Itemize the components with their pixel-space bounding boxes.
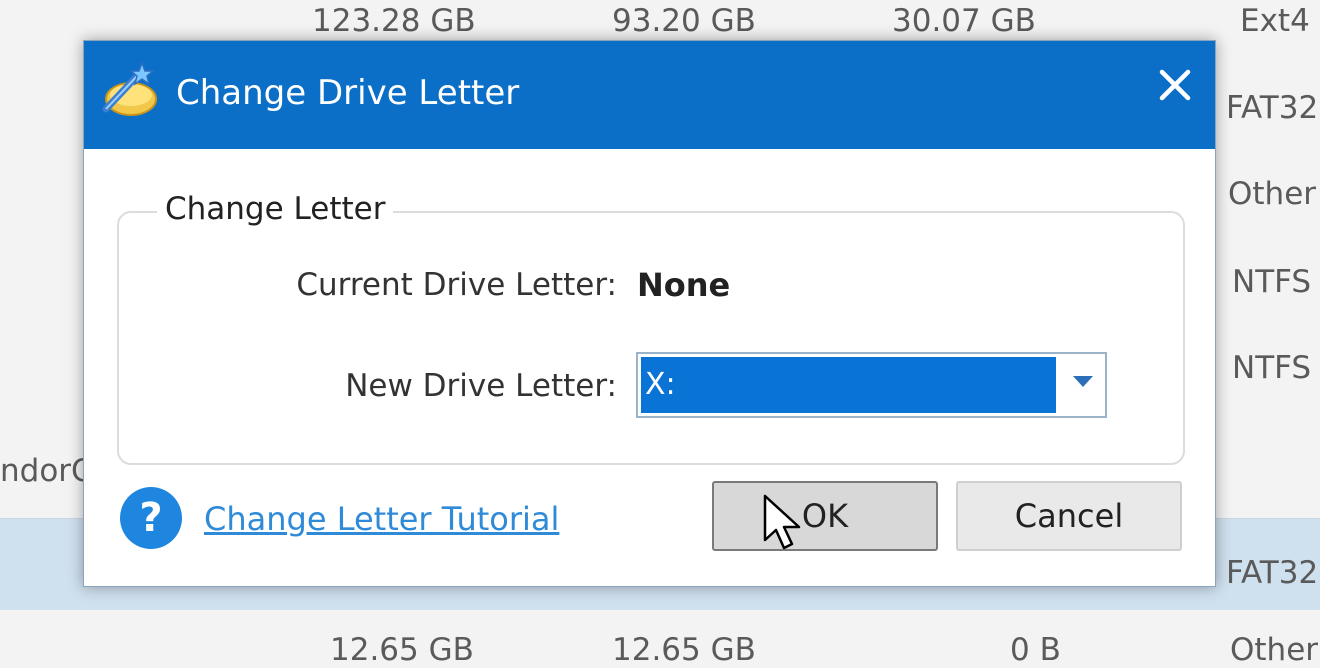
current-drive-letter-value: None	[637, 266, 731, 304]
partition-filesystem: NTFS	[1232, 264, 1312, 300]
dialog-titlebar[interactable]: Change Drive Letter	[84, 41, 1215, 149]
change-drive-letter-dialog: Change Drive Letter Change Letter Curren…	[83, 40, 1216, 587]
drive-letter-wand-icon	[98, 59, 160, 121]
partition-filesystem: Other	[1228, 176, 1317, 212]
cancel-button[interactable]: Cancel	[956, 481, 1182, 551]
partition-unused: 0 B	[1010, 632, 1061, 668]
partition-used: 12.65 GB	[612, 632, 756, 668]
partition-filesystem: Other	[1230, 632, 1319, 668]
change-letter-tutorial-link[interactable]: Change Letter Tutorial	[204, 500, 559, 538]
ok-button[interactable]: OK	[712, 481, 938, 551]
partition-label-fragment: ndorC	[0, 453, 93, 489]
partition-filesystem: NTFS	[1232, 350, 1312, 386]
new-drive-letter-select[interactable]: X:	[636, 352, 1107, 418]
current-drive-letter-label: Current Drive Letter:	[296, 267, 617, 303]
chevron-down-icon[interactable]	[1073, 376, 1093, 387]
close-icon	[1158, 68, 1192, 106]
partition-filesystem: FAT32	[1226, 90, 1319, 126]
help-icon[interactable]: ?	[120, 487, 182, 549]
partition-capacity: 12.65 GB	[330, 632, 474, 668]
partition-filesystem: FAT32	[1226, 555, 1319, 591]
dialog-title: Change Drive Letter	[176, 73, 520, 113]
partition-capacity: 123.28 GB	[312, 3, 476, 39]
new-drive-letter-label: New Drive Letter:	[345, 368, 617, 404]
partition-used: 93.20 GB	[612, 3, 756, 39]
partition-filesystem: Ext4	[1240, 3, 1310, 39]
partition-unused: 30.07 GB	[892, 3, 1036, 39]
selected-drive-letter: X:	[641, 357, 1056, 413]
change-letter-group: Change Letter	[117, 191, 1185, 465]
close-button[interactable]	[1149, 61, 1201, 113]
group-label: Change Letter	[157, 191, 394, 227]
